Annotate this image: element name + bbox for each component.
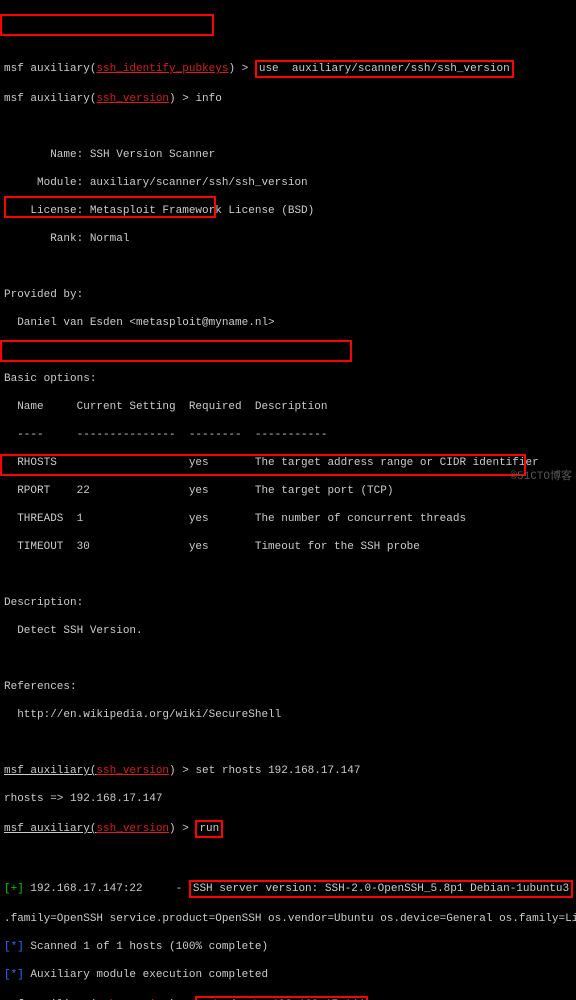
info-license: License: Metasploit Framework License (B… [4, 204, 572, 218]
star-icon: [*] [4, 969, 24, 981]
result-1-wrap: .family=OpenSSH service.product=OpenSSH … [4, 912, 572, 926]
options-separator: ---- --------------- -------- ----------… [4, 428, 572, 442]
command-run: run [195, 820, 223, 838]
options-header: Basic options: [4, 372, 572, 386]
option-rhosts: RHOSTS yes The target address range or C… [4, 456, 572, 470]
rhosts-echo-1: rhosts => 192.168.17.147 [4, 792, 572, 806]
option-timeout: TIMEOUT 30 yes Timeout for the SSH probe [4, 540, 572, 554]
plus-icon: [+] [4, 883, 24, 895]
command-set-rhosts: set rhosts 192.168.17.144 [195, 996, 368, 1000]
description-header: Description: [4, 596, 572, 610]
star-icon: [*] [4, 941, 24, 953]
prompt-line-4[interactable]: msf auxiliary(ssh_version) > run [4, 820, 572, 838]
info-rank: Rank: Normal [4, 232, 572, 246]
description-value: Detect SSH Version. [4, 624, 572, 638]
options-columns: Name Current Setting Required Descriptio… [4, 400, 572, 414]
result-1: [+] 192.168.17.147:22 - SSH server versi… [4, 880, 572, 898]
ssh-version-1: SSH server version: SSH-2.0-OpenSSH_5.8p… [189, 880, 573, 898]
option-rport: RPORT 22 yes The target port (TCP) [4, 484, 572, 498]
module-link: ssh_version [96, 93, 169, 105]
aux-complete-1: [*] Auxiliary module execution completed [4, 968, 572, 982]
module-link: ssh_version [96, 999, 169, 1000]
references-header: References: [4, 680, 572, 694]
scan-complete-1: [*] Scanned 1 of 1 hosts (100% complete) [4, 940, 572, 954]
references-value: http://en.wikipedia.org/wiki/SecureShell [4, 708, 572, 722]
prompt-line-1[interactable]: msf auxiliary(ssh_identify_pubkeys) > us… [4, 60, 572, 78]
provided-by-header: Provided by: [4, 288, 572, 302]
module-link: ssh_version [96, 765, 169, 777]
command-use: use auxiliary/scanner/ssh/ssh_version [255, 60, 514, 78]
module-link: ssh_identify_pubkeys [96, 63, 228, 75]
watermark: ©51CTO博客 [510, 470, 572, 484]
highlight-box-info [0, 14, 214, 36]
module-link: ssh_version [96, 823, 169, 835]
prompt-line-2[interactable]: msf auxiliary(ssh_version) > info [4, 92, 572, 106]
info-module: Module: auxiliary/scanner/ssh/ssh_versio… [4, 176, 572, 190]
prompt-line-3[interactable]: msf auxiliary(ssh_version) > set rhosts … [4, 764, 572, 778]
prompt-line-5[interactable]: msf auxiliary(ssh_version) > set rhosts … [4, 996, 572, 1000]
option-threads: THREADS 1 yes The number of concurrent t… [4, 512, 572, 526]
provided-by-value: Daniel van Esden <metasploit@myname.nl> [4, 316, 572, 330]
info-name: Name: SSH Version Scanner [4, 148, 572, 162]
